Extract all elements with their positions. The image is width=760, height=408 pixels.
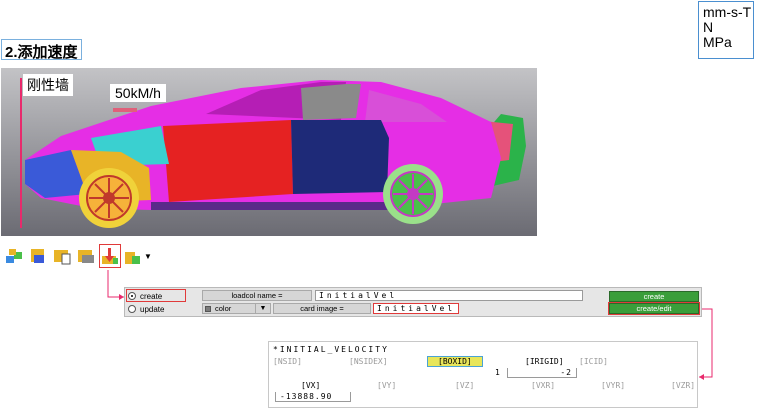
card-field-vz[interactable]: [VZ]	[455, 381, 474, 390]
toolbar-button-load-step[interactable]	[27, 244, 49, 268]
units-box: mm-s-T N MPa	[698, 1, 754, 59]
card-image-input[interactable]: InitialVel	[373, 303, 459, 314]
load-set-icon	[78, 250, 94, 263]
car-model-icon	[25, 80, 526, 228]
output-block-icon	[54, 250, 71, 265]
chevron-down-icon: ▼	[144, 251, 152, 261]
card-field-vzr[interactable]: [VZR]	[671, 381, 695, 390]
card-field-vx[interactable]: [VX]	[301, 381, 320, 390]
toolbar-button-initial-velocity[interactable]	[99, 244, 121, 268]
card-image-label: card image =	[273, 303, 371, 314]
model-viewport[interactable]: 刚性墙 50kM/h	[1, 68, 537, 236]
boxid-value[interactable]: 1	[495, 368, 500, 377]
toolbar-button-load-collector[interactable]	[3, 244, 25, 268]
irigid-value[interactable]: -2	[507, 368, 577, 378]
toolbar-button-load-set[interactable]	[75, 244, 97, 268]
color-swatch-icon	[205, 305, 211, 312]
radio-update[interactable]: update	[128, 303, 164, 315]
toolbar-button-output-block[interactable]	[51, 244, 73, 268]
load-collector-panel: create update loadcol name = InitialVel …	[124, 287, 702, 317]
chevron-down-icon: ▼	[259, 305, 267, 312]
load-step-icon	[31, 249, 44, 263]
vector-dropdown-icon	[125, 252, 140, 264]
speed-label: 50kM/h	[110, 84, 166, 102]
create-edit-button[interactable]: create/edit	[608, 302, 700, 315]
toolbar-button-vector[interactable]: ▼	[123, 244, 153, 268]
color-label: color	[215, 304, 232, 313]
create-button[interactable]: create	[609, 291, 699, 302]
load-collector-icon	[6, 249, 22, 263]
card-field-nsid[interactable]: [NSID]	[273, 357, 302, 366]
loadcol-name-label: loadcol name =	[202, 290, 312, 301]
loadcol-name-input[interactable]: InitialVel	[315, 290, 583, 301]
vx-value[interactable]: -13888.90	[275, 392, 351, 402]
card-field-boxid[interactable]: [BOXID]	[427, 356, 483, 367]
load-toolbar: ▼	[3, 244, 153, 270]
card-title: *INITIAL_VELOCITY	[273, 345, 389, 354]
rigid-wall-line	[20, 78, 22, 228]
step-title: 2.添加速度	[1, 39, 82, 61]
unit-time: mm-s-T	[703, 4, 752, 20]
card-field-nsidex[interactable]: [NSIDEX]	[349, 357, 388, 366]
initial-velocity-icon	[102, 248, 118, 264]
radio-update-dot	[128, 305, 136, 313]
card-field-vy[interactable]: [VY]	[377, 381, 396, 390]
radio-create-dot	[128, 292, 136, 300]
radio-update-label: update	[140, 304, 165, 314]
radio-create[interactable]: create	[128, 290, 162, 302]
radio-create-label: create	[140, 291, 163, 301]
unit-force: N	[703, 19, 714, 35]
unit-stress: MPa	[703, 34, 732, 50]
card-field-irigid[interactable]: [IRIGID]	[525, 357, 564, 366]
card-field-vxr[interactable]: [VXR]	[531, 381, 555, 390]
initial-velocity-card: *INITIAL_VELOCITY [NSID] [NSIDEX] [BOXID…	[268, 341, 698, 408]
card-field-icid[interactable]: [ICID]	[579, 357, 608, 366]
card-field-vyr[interactable]: [VYR]	[601, 381, 625, 390]
card-image-dropdown[interactable]: ▼	[255, 303, 271, 314]
rigid-wall-label: 刚性墙	[23, 74, 73, 96]
